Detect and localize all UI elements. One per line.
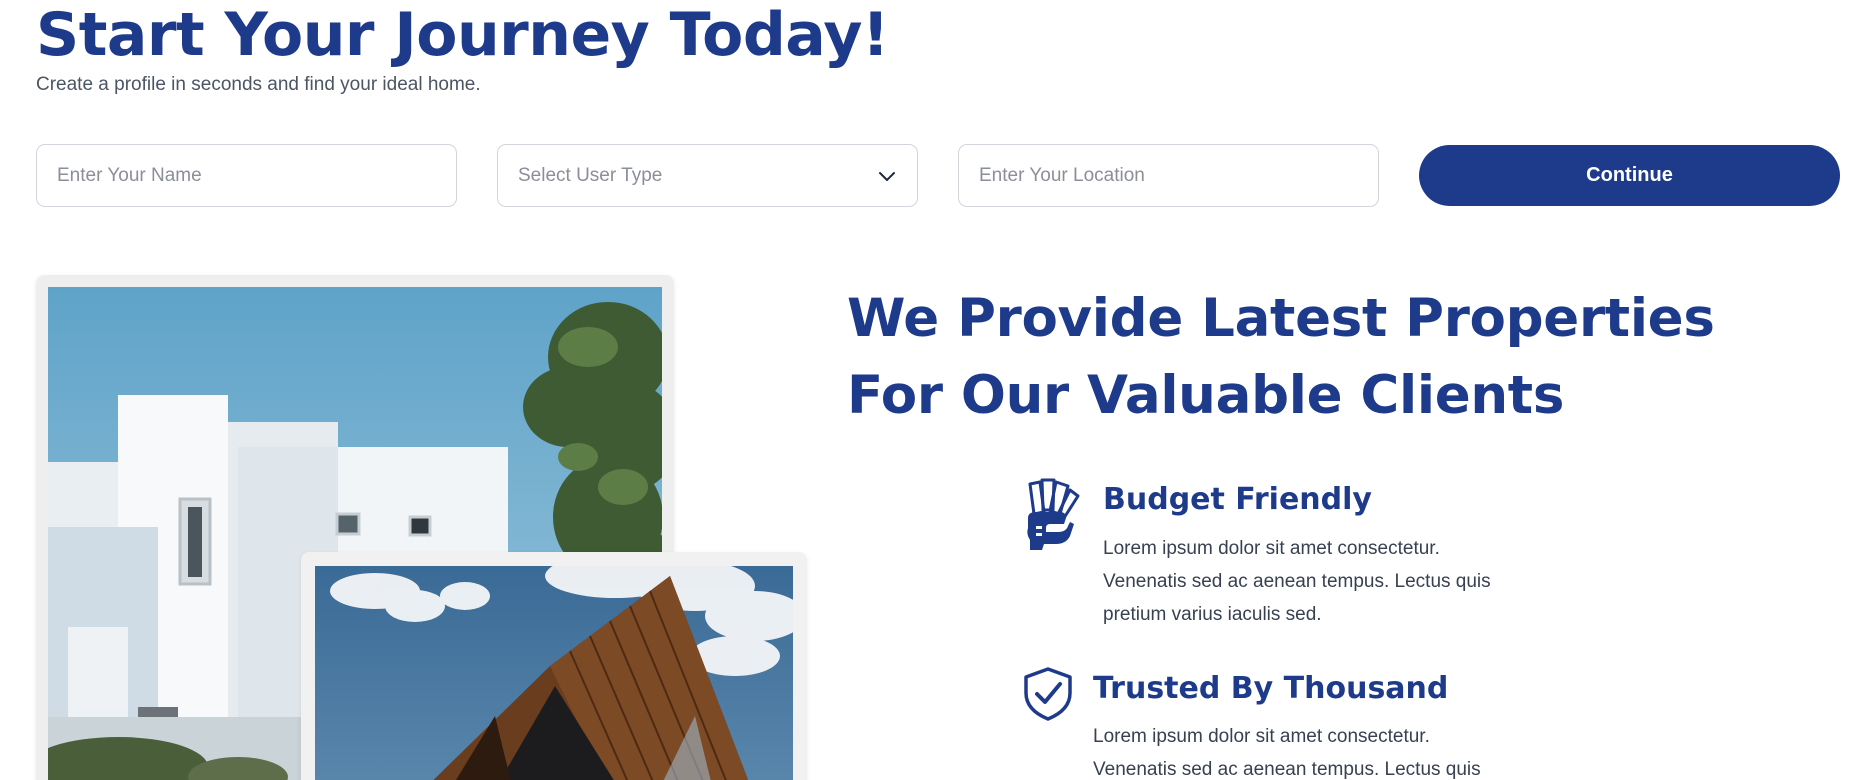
a-frame-cabin-photo <box>315 566 793 780</box>
feature-description: Lorem ipsum dolor sit amet consectetur. … <box>1103 538 1491 625</box>
section-title-line-1: We Provide Latest Properties <box>847 288 1715 349</box>
cabin-photo-frame <box>301 552 807 780</box>
hero-subtitle: Create a profile in seconds and find you… <box>36 74 481 95</box>
location-field[interactable] <box>958 144 1379 207</box>
chevron-down-icon <box>879 171 895 181</box>
user-type-select[interactable]: Select User Type <box>497 144 918 207</box>
feature-description: Lorem ipsum dolor sit amet consectetur. … <box>1093 726 1481 780</box>
user-type-placeholder: Select User Type <box>518 164 663 186</box>
name-input[interactable] <box>57 164 436 187</box>
name-field[interactable] <box>36 144 457 207</box>
shield-check-icon <box>1024 667 1072 721</box>
money-hand-icon <box>1027 478 1080 550</box>
continue-button[interactable]: Continue <box>1419 145 1840 206</box>
page: Start Your Journey Today! Create a profi… <box>0 0 1860 780</box>
feature-title: Budget Friendly <box>1103 482 1372 517</box>
location-input[interactable] <box>979 164 1358 187</box>
feature-title: Trusted By Thousand <box>1093 671 1449 706</box>
section-title-line-2: For Our Valuable Clients <box>847 365 1565 426</box>
section-title: We Provide Latest Properties For Our Val… <box>847 280 1715 434</box>
hero-title: Start Your Journey Today! <box>36 0 889 70</box>
